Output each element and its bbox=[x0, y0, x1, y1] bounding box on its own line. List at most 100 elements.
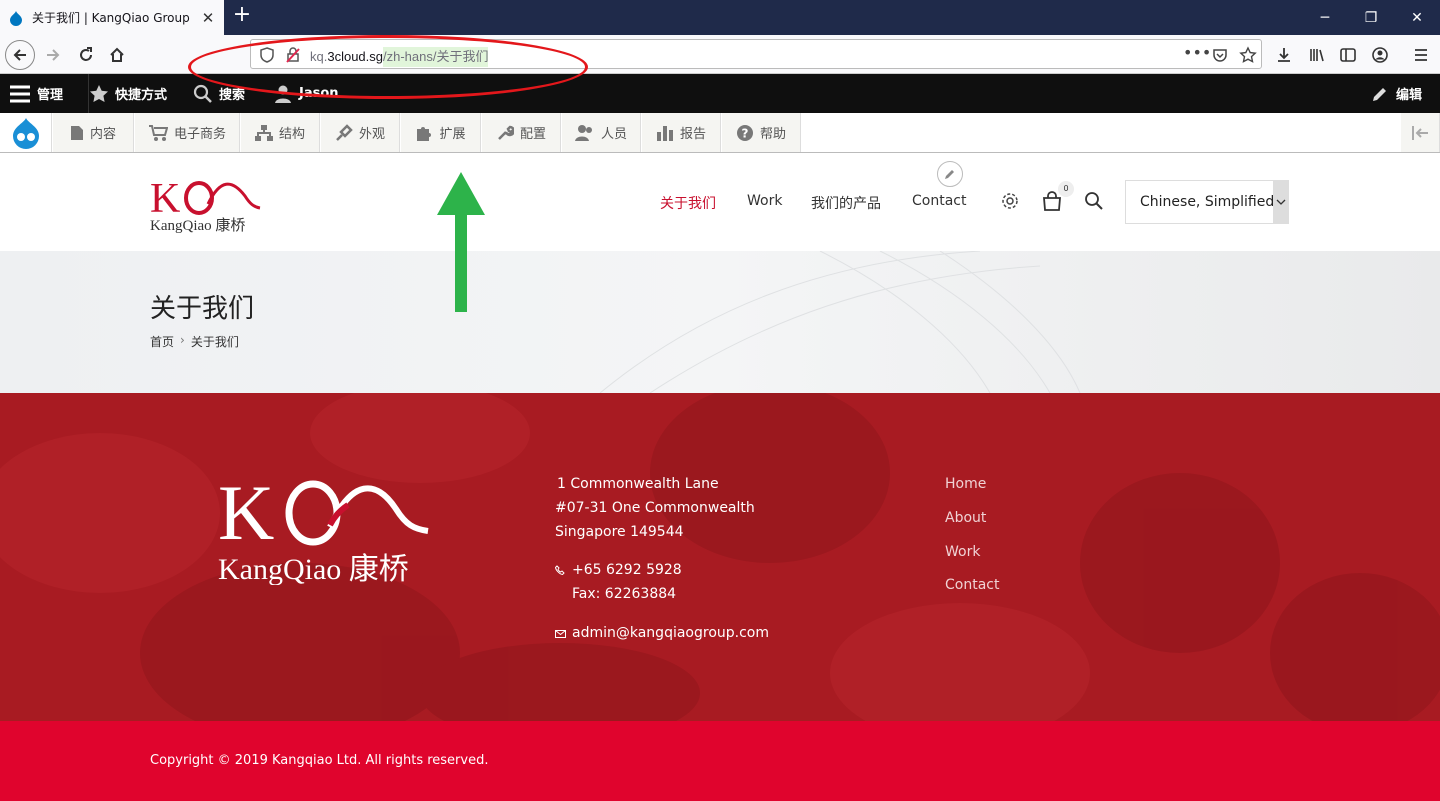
tray-extend[interactable]: 扩展 bbox=[400, 113, 481, 152]
annotation-green-arrow-icon bbox=[437, 172, 485, 312]
annotation-red-oval bbox=[188, 35, 588, 99]
tray-reports[interactable]: 报告 bbox=[641, 113, 721, 152]
page-actions-icon[interactable]: ••• bbox=[1183, 43, 1211, 62]
forward-button[interactable] bbox=[38, 40, 68, 70]
search-icon bbox=[193, 84, 212, 103]
browser-tab-strip: 关于我们 | KangQiao Group ✕ + ─ ❐ ✕ bbox=[0, 0, 1440, 35]
tab-close-icon[interactable]: ✕ bbox=[200, 9, 216, 27]
svg-text:?: ? bbox=[742, 126, 749, 140]
footer-link-contact[interactable]: Contact bbox=[945, 577, 999, 593]
close-window-button[interactable]: ✕ bbox=[1394, 0, 1440, 35]
footer-link-home[interactable]: Home bbox=[945, 476, 986, 492]
sidebar-button[interactable] bbox=[1333, 40, 1363, 70]
settings-gear-icon[interactable] bbox=[999, 190, 1021, 212]
library-button[interactable] bbox=[1302, 40, 1332, 70]
contextual-edit-button[interactable] bbox=[937, 161, 963, 187]
star-icon bbox=[90, 84, 108, 102]
site-header: K KangQiao 康桥 关于我们 Work 我们的产品 Contact 0 … bbox=[0, 153, 1440, 251]
svg-text:KangQiao 康桥: KangQiao 康桥 bbox=[150, 217, 245, 234]
footer-kangqiao-logo[interactable]: K KangQiao 康桥 bbox=[218, 469, 430, 585]
tray-structure[interactable]: 结构 bbox=[240, 113, 320, 152]
breadcrumb-home-link[interactable]: 首页 bbox=[150, 333, 174, 350]
nav-work[interactable]: Work bbox=[747, 193, 782, 209]
shopping-cart-icon bbox=[148, 124, 168, 141]
tray-label: 结构 bbox=[278, 127, 305, 142]
reload-button[interactable] bbox=[71, 40, 101, 70]
email-link[interactable]: admin@kangqiaogroup.com bbox=[572, 625, 769, 641]
admin-toolbar-tray: 内容 电子商务 结构 外观 扩展 配置 人员 报告 ? 帮助 bbox=[0, 113, 1440, 153]
page-title-banner: 关于我们 首页 › 关于我们 bbox=[0, 251, 1440, 393]
drupal-home-link[interactable] bbox=[0, 113, 52, 152]
paintbrush-icon bbox=[336, 123, 353, 141]
tray-people[interactable]: 人员 bbox=[561, 113, 641, 152]
library-icon bbox=[1310, 49, 1324, 62]
home-icon bbox=[110, 47, 124, 62]
nav-products[interactable]: 我们的产品 bbox=[811, 193, 881, 213]
tray-label: 报告 bbox=[679, 127, 706, 142]
tray-label: 扩展 bbox=[439, 127, 466, 142]
svg-text:K: K bbox=[150, 176, 180, 222]
tray-label: 外观 bbox=[358, 127, 385, 142]
bookmark-star-icon[interactable] bbox=[1239, 46, 1257, 64]
toolbar-manage[interactable]: 管理 bbox=[9, 74, 63, 113]
footer-link-work[interactable]: Work bbox=[945, 544, 980, 560]
cart-count-badge: 0 bbox=[1058, 181, 1074, 197]
back-button[interactable] bbox=[5, 40, 35, 70]
address-line-3: Singapore 149544 bbox=[555, 524, 684, 540]
address-line-1: 1 Commonwealth Lane bbox=[557, 476, 719, 492]
drupal-logo-icon bbox=[13, 117, 39, 149]
tray-content[interactable]: 内容 bbox=[52, 113, 134, 152]
chevron-down-icon bbox=[1273, 181, 1288, 223]
minimize-window-button[interactable]: ─ bbox=[1302, 0, 1348, 35]
breadcrumb-current: 关于我们 bbox=[190, 335, 239, 349]
search-icon[interactable] bbox=[1083, 190, 1105, 212]
document-icon bbox=[70, 125, 83, 140]
nav-contact[interactable]: Contact bbox=[912, 193, 966, 209]
tray-configuration[interactable]: 配置 bbox=[481, 113, 561, 152]
home-button[interactable] bbox=[102, 40, 132, 70]
pencil-icon bbox=[945, 170, 954, 179]
site-footer: K KangQiao 康桥 1 Commonwealth Lane #07-31… bbox=[0, 393, 1440, 721]
download-icon bbox=[1278, 48, 1290, 62]
downloads-button[interactable] bbox=[1269, 40, 1299, 70]
language-select[interactable]: Chinese, Simplified bbox=[1125, 180, 1289, 224]
language-select-value: Chinese, Simplified bbox=[1140, 194, 1275, 210]
structure-icon bbox=[254, 124, 273, 141]
back-arrow-icon bbox=[13, 49, 26, 61]
address-line-2: #07-31 One Commonwealth bbox=[555, 500, 755, 516]
hamburger-menu-icon bbox=[1415, 49, 1427, 61]
tray-commerce[interactable]: 电子商务 bbox=[134, 113, 240, 152]
forward-arrow-icon bbox=[47, 49, 60, 61]
tray-label: 人员 bbox=[600, 127, 627, 142]
phone-number[interactable]: +65 6292 5928 bbox=[572, 562, 682, 578]
new-tab-button[interactable]: + bbox=[230, 4, 254, 28]
fax-number: Fax: 62263884 bbox=[572, 586, 677, 602]
svg-text:KangQiao 康桥: KangQiao 康桥 bbox=[218, 553, 409, 585]
sidebar-icon bbox=[1340, 48, 1356, 62]
tray-help[interactable]: ? 帮助 bbox=[721, 113, 801, 152]
toolbar-manage-label: 管理 bbox=[37, 88, 64, 103]
kangqiao-logo[interactable]: K KangQiao 康桥 bbox=[150, 174, 262, 234]
page-title: 关于我们 bbox=[150, 294, 255, 324]
nav-about[interactable]: 关于我们 bbox=[660, 193, 716, 213]
puzzle-icon bbox=[417, 126, 432, 141]
help-icon: ? bbox=[736, 124, 753, 141]
toolbar-shortcuts[interactable]: 快捷方式 bbox=[88, 74, 167, 113]
breadcrumb: 首页 › 关于我们 bbox=[150, 333, 239, 350]
svg-text:K: K bbox=[218, 469, 274, 556]
tray-appearance[interactable]: 外观 bbox=[320, 113, 400, 152]
footer-link-about[interactable]: About bbox=[945, 510, 986, 526]
toolbar-edit[interactable]: 编辑 bbox=[1370, 74, 1422, 113]
account-button[interactable] bbox=[1365, 40, 1395, 70]
menu-button[interactable] bbox=[1406, 40, 1436, 70]
people-icon bbox=[574, 124, 592, 141]
tray-orientation-toggle[interactable] bbox=[1400, 113, 1440, 152]
tray-label: 电子商务 bbox=[173, 127, 226, 142]
browser-tab[interactable]: 关于我们 | KangQiao Group ✕ bbox=[0, 0, 224, 35]
collapse-icon bbox=[1412, 125, 1428, 140]
restore-window-button[interactable]: ❐ bbox=[1348, 0, 1394, 35]
copyright-text: Copyright © 2019 Kangqiao Ltd. All right… bbox=[150, 753, 489, 768]
pocket-icon[interactable] bbox=[1211, 46, 1229, 64]
tray-label: 帮助 bbox=[759, 127, 786, 142]
drupal-favicon-icon bbox=[8, 10, 24, 26]
